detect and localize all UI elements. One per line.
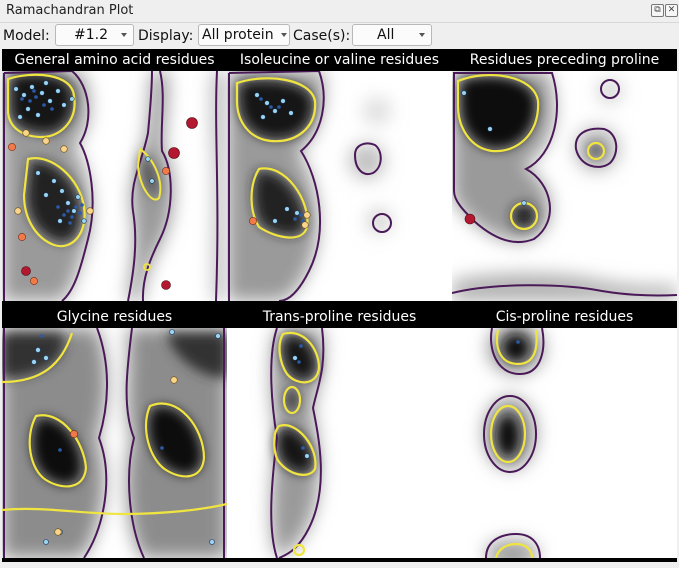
ramachandran-plot-pre-pro[interactable] [452, 71, 677, 301]
ramachandran-window: Ramachandran Plot ⧉ ✕ Model: #1.2 Displa… [0, 0, 679, 568]
model-select[interactable]: #1.2 [55, 24, 134, 46]
panel-pre-pro: Residues preceding proline [452, 49, 677, 305]
title-bar: Ramachandran Plot ⧉ ✕ [0, 0, 679, 23]
panel-title: Isoleucine or valine residues [239, 52, 440, 68]
close-icon[interactable]: ✕ [665, 4, 678, 17]
ramachandran-plot-trans-pro[interactable] [227, 328, 452, 558]
panel-title: Trans-proline residues [262, 309, 417, 325]
display-select[interactable]: All protein [198, 24, 290, 46]
chevron-down-icon [281, 33, 287, 37]
model-select-value: #1.2 [74, 27, 108, 43]
panel-title: Residues preceding proline [469, 52, 660, 68]
panel-ile-val: Isoleucine or valine residues [227, 49, 452, 305]
window-title: Ramachandran Plot [6, 3, 134, 18]
undock-icon[interactable]: ⧉ [651, 4, 664, 17]
panel-general: General amino acid residues [2, 49, 227, 305]
model-label: Model: [3, 28, 50, 44]
toolbar: Model: #1.2 Display: All protein Case(s)… [0, 22, 679, 49]
panel-title: Glycine residues [56, 309, 173, 325]
ramachandran-plot-general[interactable] [2, 71, 227, 301]
ramachandran-plot-glycine[interactable] [2, 328, 227, 558]
panel-title: Cis-proline residues [495, 309, 634, 325]
display-label: Display: [138, 28, 194, 44]
display-select-value: All protein [202, 27, 274, 43]
panel-title: General amino acid residues [14, 52, 215, 68]
panel-glycine: Glycine residues [2, 306, 227, 562]
ramachandran-plot-ile-val[interactable] [227, 71, 452, 301]
chevron-down-icon [121, 33, 127, 37]
panel-trans-pro: Trans-proline residues [227, 306, 452, 562]
cases-label: Case(s): [293, 28, 351, 44]
cases-select-value: All [377, 27, 395, 43]
plots-grid: General amino acid residues Isoleucine o… [2, 49, 677, 562]
cases-select[interactable]: All [352, 24, 432, 46]
panel-cis-pro: Cis-proline residues [452, 306, 677, 562]
chevron-down-icon [419, 33, 425, 37]
ramachandran-plot-cis-pro[interactable] [452, 328, 677, 558]
